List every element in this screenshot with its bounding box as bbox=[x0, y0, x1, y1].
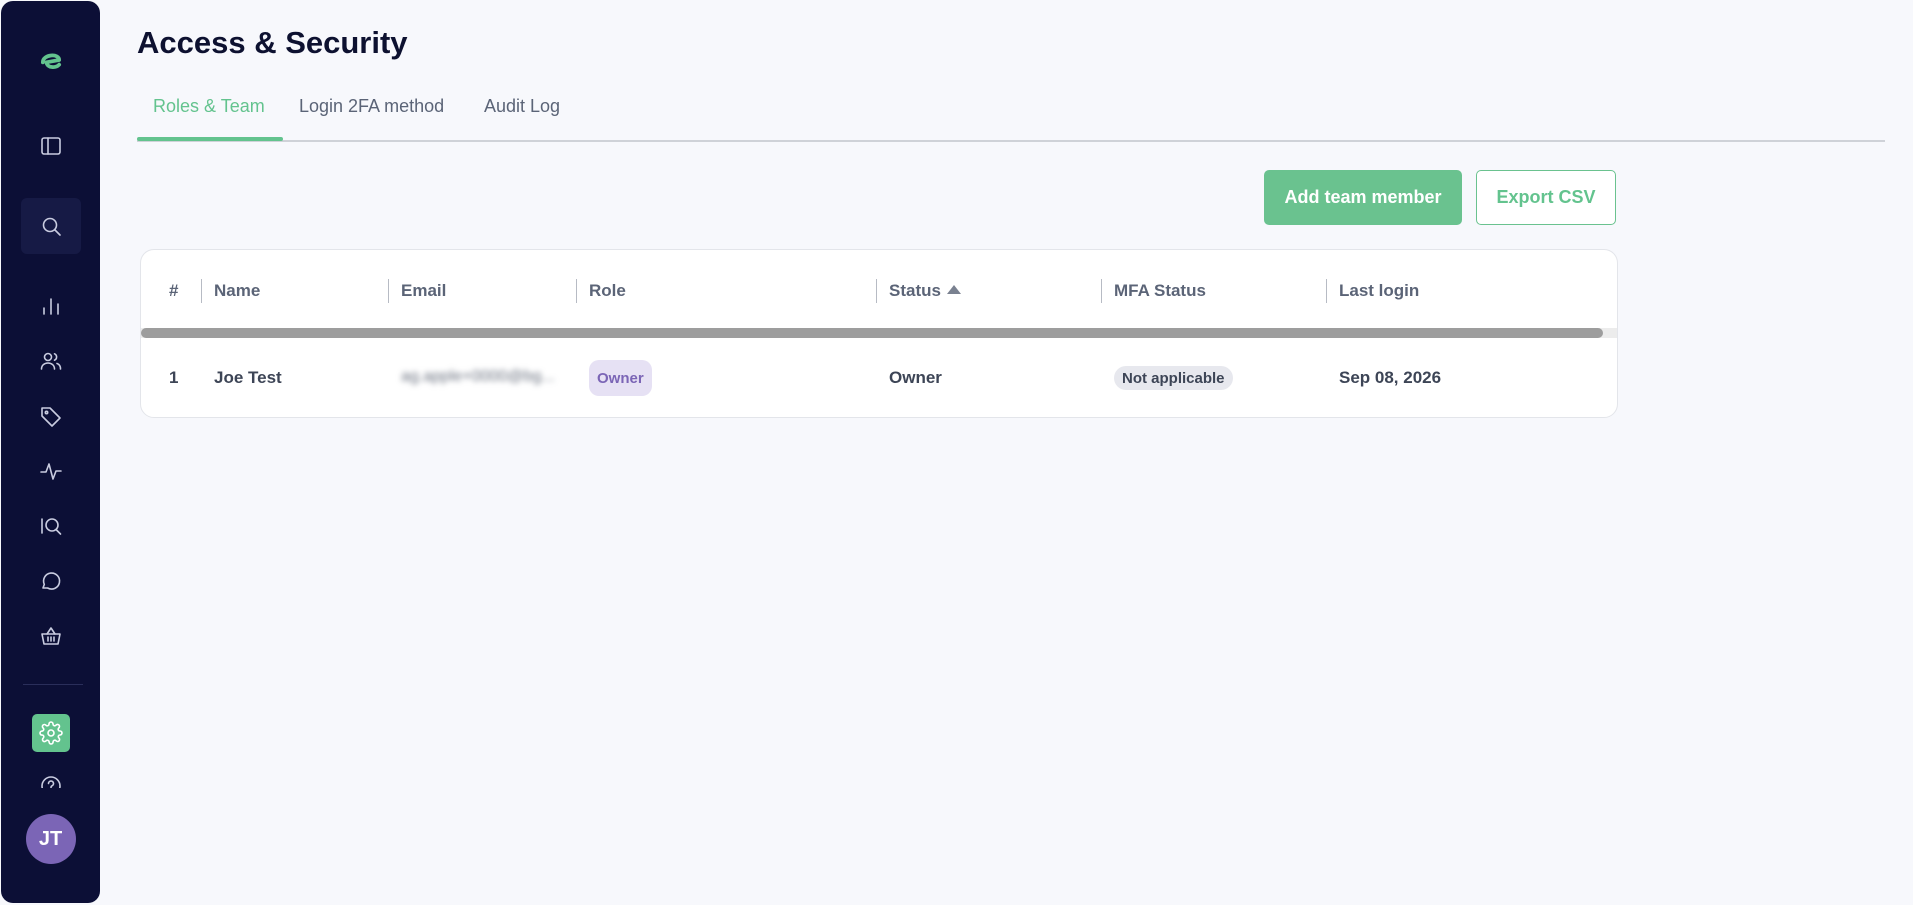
column-separator[interactable] bbox=[388, 279, 389, 303]
chat-bubble-icon[interactable] bbox=[29, 559, 73, 603]
iq-search-icon[interactable] bbox=[29, 504, 73, 548]
role-badge: Owner bbox=[589, 360, 652, 396]
column-header-index[interactable]: # bbox=[169, 281, 178, 301]
sidebar-item-settings[interactable] bbox=[31, 714, 70, 752]
column-separator[interactable] bbox=[1326, 279, 1327, 303]
panel-left-icon[interactable] bbox=[29, 124, 73, 168]
column-header-last-login[interactable]: Last login bbox=[1339, 281, 1419, 301]
cell-name: Joe Test bbox=[214, 368, 282, 387]
gear-icon bbox=[38, 721, 63, 745]
activity-icon[interactable] bbox=[29, 449, 73, 493]
avatar[interactable]: JT bbox=[25, 814, 76, 864]
column-separator[interactable] bbox=[576, 279, 577, 303]
help-circle-icon[interactable] bbox=[29, 774, 73, 788]
sidebar-item-search[interactable] bbox=[20, 198, 81, 254]
basket-icon[interactable] bbox=[29, 614, 73, 658]
add-team-member-button[interactable]: Add team member bbox=[1264, 170, 1462, 225]
column-header-status-label: Status bbox=[889, 281, 941, 300]
column-header-mfa-status[interactable]: MFA Status bbox=[1114, 281, 1206, 301]
cell-status: Owner bbox=[889, 368, 942, 387]
tab-login-2fa[interactable]: Login 2FA method bbox=[299, 96, 444, 117]
tag-icon[interactable] bbox=[29, 394, 73, 438]
column-separator[interactable] bbox=[201, 279, 202, 303]
users-icon[interactable] bbox=[29, 339, 73, 383]
search-icon bbox=[42, 217, 61, 236]
sidebar-divider bbox=[23, 684, 83, 685]
brand-logo-icon[interactable] bbox=[29, 38, 73, 82]
column-header-name[interactable]: Name bbox=[214, 281, 260, 301]
sort-ascending-icon bbox=[946, 285, 961, 295]
export-csv-button[interactable]: Export CSV bbox=[1476, 170, 1616, 225]
column-header-email[interactable]: Email bbox=[401, 281, 446, 301]
tab-roles-team[interactable]: Roles & Team bbox=[153, 96, 265, 117]
tab-bar: Roles & Team Login 2FA method Audit Log bbox=[137, 92, 1885, 142]
column-separator[interactable] bbox=[1101, 279, 1102, 303]
cell-email: ag.apple+0000@bg... bbox=[401, 368, 555, 385]
cell-index: 1 bbox=[169, 368, 179, 387]
team-table: # Name Email Role Status MFA Status Last… bbox=[140, 249, 1618, 418]
column-header-role[interactable]: Role bbox=[589, 281, 626, 301]
mfa-status-badge: Not applicable bbox=[1114, 366, 1233, 390]
cell-last-login: Sep 08, 2026 bbox=[1339, 368, 1442, 387]
active-tab-indicator bbox=[137, 137, 283, 141]
column-header-status[interactable]: Status bbox=[889, 281, 961, 301]
column-separator[interactable] bbox=[876, 279, 877, 303]
tab-audit-log[interactable]: Audit Log bbox=[484, 96, 560, 117]
bar-chart-icon[interactable] bbox=[29, 284, 73, 328]
horizontal-scrollbar-thumb[interactable] bbox=[141, 328, 1603, 338]
sidebar: JT bbox=[1, 1, 100, 903]
page-title: Access & Security bbox=[137, 25, 408, 60]
